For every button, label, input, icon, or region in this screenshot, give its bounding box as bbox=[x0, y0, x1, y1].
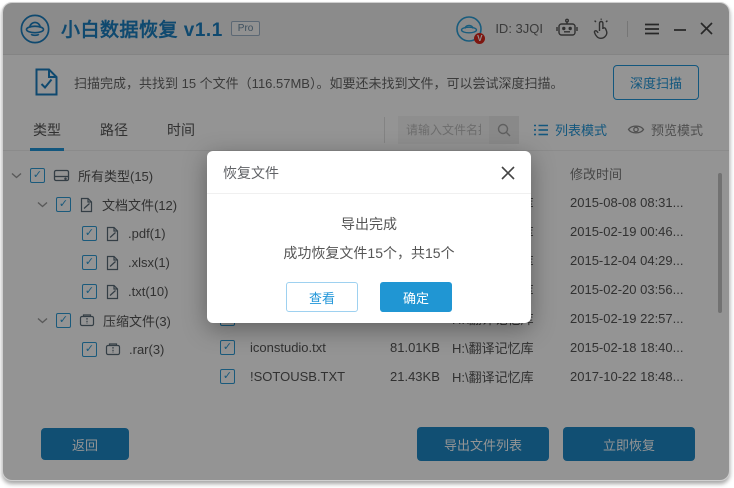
dialog-title: 恢复文件 bbox=[223, 165, 279, 181]
dialog-message-line1: 导出完成 bbox=[341, 216, 397, 232]
dialog-close-icon[interactable] bbox=[501, 166, 515, 180]
view-button[interactable]: 查看 bbox=[286, 282, 358, 312]
ok-button[interactable]: 确定 bbox=[380, 282, 452, 312]
dialog-message-line2: 成功恢复文件15个，共15个 bbox=[283, 245, 455, 261]
recover-dialog: 恢复文件 导出完成 成功恢复文件15个，共15个 查看 确定 bbox=[207, 151, 531, 323]
app-window: 小白数据恢复 v1.1 Pro V ID: 3JQI 扫描完成，共找到 15 个… bbox=[2, 2, 730, 481]
